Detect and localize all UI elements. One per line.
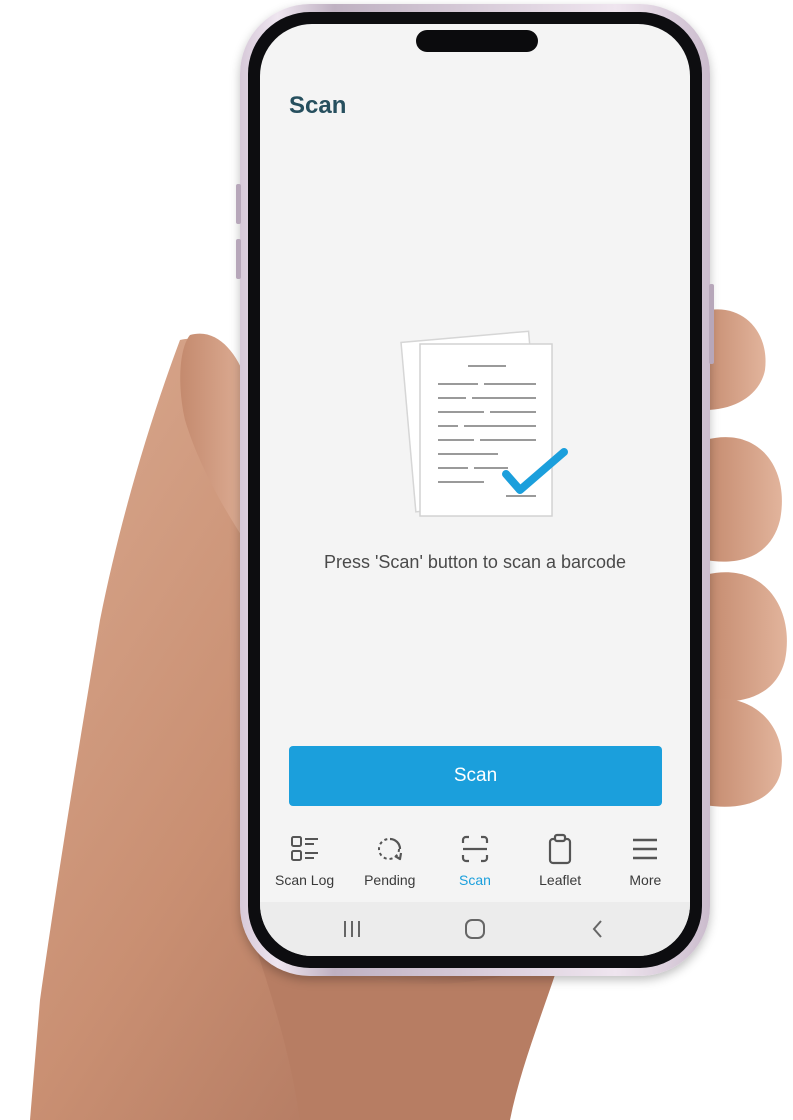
scan-button[interactable]: Scan bbox=[289, 746, 662, 806]
nav-item-scan-log[interactable]: Scan Log bbox=[263, 832, 347, 902]
nav-label: Scan Log bbox=[275, 872, 335, 888]
phone-frame: Scan Press 'Scan' button to scan a barco… bbox=[236, 4, 714, 976]
clipboard-icon bbox=[549, 833, 572, 865]
page-title: Scan bbox=[289, 92, 347, 119]
nav-item-pending[interactable]: Pending bbox=[348, 832, 432, 902]
volume-button bbox=[236, 184, 241, 224]
menu-icon bbox=[633, 838, 658, 860]
stage: Scan Press 'Scan' button to scan a barco… bbox=[0, 0, 793, 1120]
bottom-nav: Scan Log Pending Scan Leaflet More bbox=[260, 832, 690, 902]
nav-label: Scan bbox=[459, 872, 491, 888]
document-checkmark-icon bbox=[400, 330, 568, 517]
power-button bbox=[709, 284, 714, 364]
nav-label: Pending bbox=[364, 872, 416, 888]
home-icon bbox=[464, 919, 485, 939]
nav-item-more[interactable]: More bbox=[603, 832, 687, 902]
system-nav-bar bbox=[260, 902, 690, 956]
nav-label: Leaflet bbox=[539, 872, 582, 888]
back-icon bbox=[592, 920, 603, 938]
home-button[interactable] bbox=[455, 914, 495, 944]
nav-item-leaflet[interactable]: Leaflet bbox=[518, 832, 602, 902]
scan-frame-icon bbox=[461, 835, 489, 863]
recent-apps-button[interactable] bbox=[332, 914, 372, 944]
app-screen: Scan Press 'Scan' button to scan a barco… bbox=[260, 24, 690, 956]
nav-label: More bbox=[629, 872, 662, 888]
empty-state-message: Press 'Scan' button to scan a barcode bbox=[323, 552, 627, 572]
refresh-icon bbox=[377, 837, 402, 861]
camera-island bbox=[416, 30, 538, 52]
recent-apps-icon bbox=[343, 921, 360, 937]
nav-item-scan[interactable]: Scan bbox=[433, 832, 517, 902]
list-icon bbox=[290, 836, 318, 861]
back-button[interactable] bbox=[578, 914, 618, 944]
volume-button bbox=[236, 239, 241, 279]
